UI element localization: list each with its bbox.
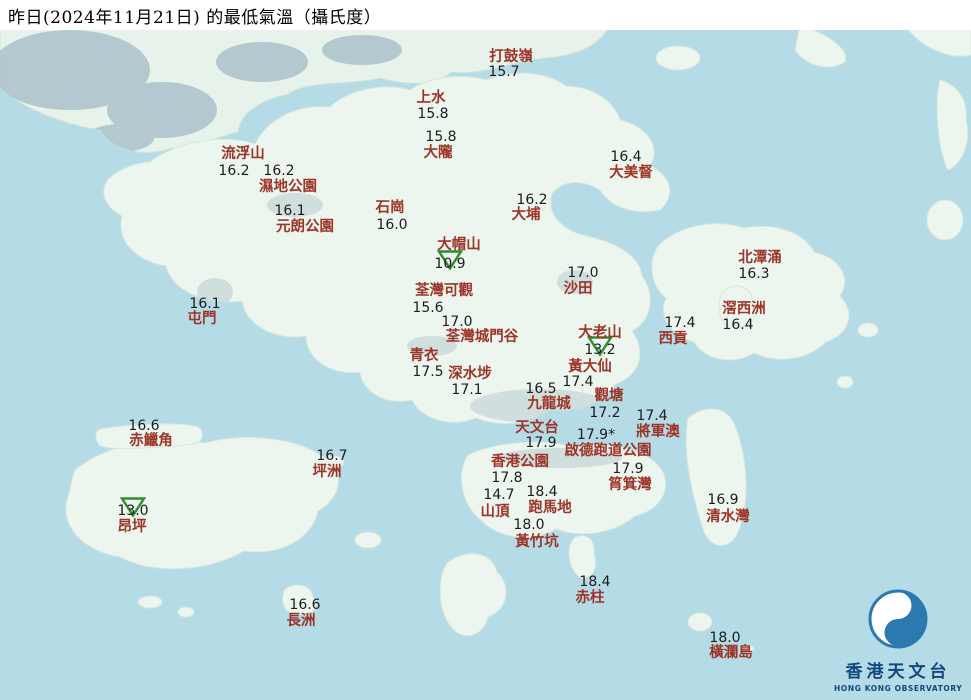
station-name: 元朗公園 xyxy=(276,218,334,235)
station-name: 山頂 xyxy=(480,503,510,520)
station-value: 16.6 xyxy=(289,597,321,613)
station-value: 17.4 xyxy=(636,408,668,424)
station-value: 16.1 xyxy=(274,203,306,219)
station-name: 荃灣城門谷 xyxy=(445,328,519,345)
hko-name-english: HONG KONG OBSERVATORY xyxy=(834,684,963,693)
station-value: 16.2 xyxy=(516,192,548,208)
station-value: 17.9 xyxy=(525,435,557,451)
station-name: 青衣 xyxy=(409,347,439,364)
station-value: 16.3 xyxy=(738,266,770,282)
station-name: 筲箕灣 xyxy=(608,476,652,493)
station-value: 16.4 xyxy=(722,317,754,333)
station-name: 上水 xyxy=(416,89,446,106)
station-name: 赤柱 xyxy=(575,589,605,606)
station-value: 17.5 xyxy=(412,364,444,380)
station-value: 18.4 xyxy=(579,574,611,590)
station-name: 流浮山 xyxy=(221,145,265,162)
station-name: 打鼓嶺 xyxy=(489,48,533,65)
station-name: 赤鱲角 xyxy=(129,432,173,449)
station-value: 17.0 xyxy=(441,314,473,330)
station-name: 清水灣 xyxy=(706,508,750,525)
station-value: 16.2 xyxy=(263,163,295,179)
station-name: 九龍城 xyxy=(527,395,571,412)
station-value: 13.0 xyxy=(117,503,149,519)
station-value: 16.5 xyxy=(525,381,557,397)
station-name: 荃灣可觀 xyxy=(415,282,473,299)
title-bar: 昨日(2024年11月21日) 的最低氣溫（攝氏度） xyxy=(0,0,971,30)
station-name: 將軍澳 xyxy=(636,423,680,440)
station-value: 15.7 xyxy=(488,64,520,80)
station-name: 大老山 xyxy=(578,324,622,341)
station-value: 17.1 xyxy=(451,382,483,398)
station-name: 石崗 xyxy=(375,199,405,216)
station-name: 黃竹坑 xyxy=(515,533,559,550)
station-name: 坪洲 xyxy=(312,463,342,480)
station-name: 長洲 xyxy=(286,612,316,629)
station-name: 跑馬地 xyxy=(528,499,572,516)
hko-logo-icon xyxy=(868,589,928,649)
station-value: 16.6 xyxy=(128,418,160,434)
station-name: 觀塘 xyxy=(594,387,624,404)
station-value: 17.0 xyxy=(567,265,599,281)
station-name: 滘西洲 xyxy=(722,300,766,317)
station-name: 大美督 xyxy=(609,164,653,181)
station-value: 17.9* xyxy=(576,427,616,443)
station-value: 17.2 xyxy=(589,405,621,421)
station-name: 沙田 xyxy=(563,280,593,297)
station-value: 17.4 xyxy=(664,315,696,331)
station-value: 13.2 xyxy=(584,342,616,358)
station-value: 14.7 xyxy=(483,487,515,503)
station-name: 濕地公園 xyxy=(259,178,317,195)
station-value: 16.0 xyxy=(376,217,408,233)
station-name: 西貢 xyxy=(658,330,688,347)
station-value: 15.6 xyxy=(412,300,444,316)
station-name: 天文台 xyxy=(515,419,559,436)
station-name: 昂坪 xyxy=(117,518,147,535)
station-value: 16.7 xyxy=(316,448,348,464)
station-name: 啟德跑道公園 xyxy=(564,442,652,459)
station-name: 黃大仙 xyxy=(568,358,612,375)
station-value: 18.0 xyxy=(709,630,741,646)
station-value: 10.9 xyxy=(434,256,466,272)
station-value: 17.8 xyxy=(491,470,523,486)
station-name: 大隴 xyxy=(423,144,453,161)
station-name: 香港公園 xyxy=(491,453,549,470)
weather-map-screen: 昨日(2024年11月21日) 的最低氣溫（攝氏度） 15.7 打鼓嶺 15.8 上水… xyxy=(0,0,971,700)
station-name: 深水埗 xyxy=(448,365,492,382)
station-name: 橫瀾島 xyxy=(709,644,753,661)
station-value: 16.9 xyxy=(707,492,739,508)
station-value: 18.4 xyxy=(526,484,558,500)
station-value: 16.4 xyxy=(610,149,642,165)
hko-logo: 香港天文台 HONG KONG OBSERVATORY xyxy=(834,588,962,693)
station-name: 屯門 xyxy=(187,310,217,327)
hko-name-chinese: 香港天文台 xyxy=(845,662,951,682)
station-name: 大帽山 xyxy=(437,236,481,253)
station-name: 北潭涌 xyxy=(738,249,782,266)
station-value: 15.8 xyxy=(417,106,449,122)
map-title: 昨日(2024年11月21日) 的最低氣溫（攝氏度） xyxy=(8,7,382,28)
station-value: 16.2 xyxy=(218,163,250,179)
station-value: 16.1 xyxy=(189,296,221,312)
station-value: 15.8 xyxy=(425,129,457,145)
station-name: 大埔 xyxy=(511,206,541,223)
station-value: 18.0 xyxy=(513,517,545,533)
stations-layer: 15.7 打鼓嶺 15.8 上水 15.8 大隴 16.2 流浮山 16.2 濕地公園 16.4 大美… xyxy=(0,0,971,700)
station-value: 17.9 xyxy=(612,461,644,477)
station-value: 17.4 xyxy=(562,374,594,390)
